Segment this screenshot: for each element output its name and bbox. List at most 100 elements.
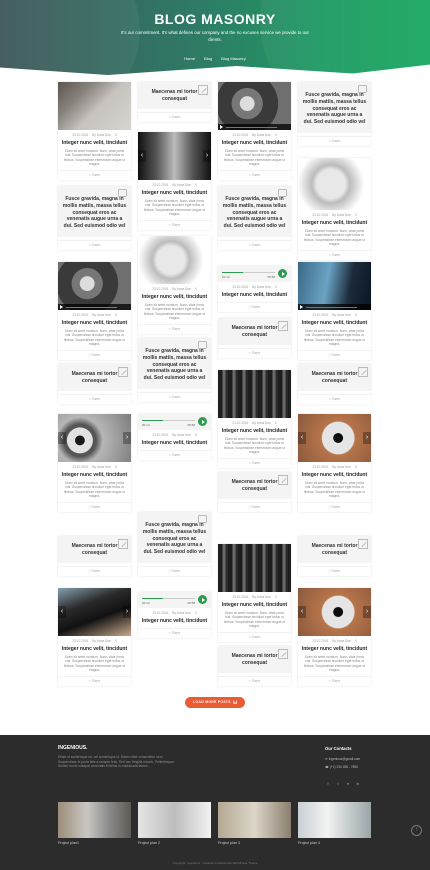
post-title[interactable]: Integer nunc velit, tincidunt <box>218 428 291 435</box>
share-button[interactable]: < Share <box>298 349 371 360</box>
project-card[interactable]: Project plan 4 <box>298 802 371 845</box>
chevron-right-icon[interactable]: › <box>363 606 371 618</box>
share-button[interactable]: < Share <box>218 675 291 686</box>
play-icon[interactable] <box>198 595 207 604</box>
comment-count[interactable]: 0 <box>355 465 357 469</box>
instagram-icon[interactable]: ● <box>345 781 351 787</box>
comment-count[interactable]: 0 <box>275 595 277 599</box>
play-icon[interactable] <box>220 125 223 129</box>
quote-text[interactable]: Fusce gravida, magna in mollis mattis, m… <box>143 522 206 555</box>
project-name[interactable]: Project plan 3 <box>218 841 291 845</box>
project-image[interactable] <box>298 802 371 838</box>
chevron-left-icon[interactable]: ‹ <box>298 606 306 618</box>
project-name[interactable]: Project plan1 <box>58 841 131 845</box>
video-progress[interactable] <box>306 306 357 308</box>
post-title[interactable]: Integer nunc velit, tincidunt <box>58 320 131 327</box>
quote-text[interactable]: Fusce gravida, magna in mollis mattis, m… <box>143 348 206 381</box>
link-post[interactable]: Maecenas mi tortor consequat <box>218 472 291 499</box>
comment-count[interactable]: 0 <box>115 639 117 643</box>
comment-count[interactable]: 0 <box>275 285 277 289</box>
post-image[interactable] <box>58 262 131 310</box>
audio-progress[interactable] <box>142 598 195 599</box>
post-date[interactable]: 23.10.2016 <box>152 183 168 187</box>
post-title[interactable]: Integer nunc velit, tincidunt <box>298 646 371 653</box>
link-text[interactable]: Maecenas mi tortor consequat <box>72 371 118 384</box>
post-date[interactable]: 23.10.2016 <box>152 433 168 437</box>
share-button[interactable]: < Share <box>298 675 371 686</box>
quote-text[interactable]: Fusce gravida, magna in mollis mattis, m… <box>63 196 126 229</box>
video-controls[interactable] <box>58 304 131 310</box>
share-button[interactable]: < Share <box>298 249 371 260</box>
audio-progress[interactable] <box>222 272 275 273</box>
post-date[interactable]: 23.10.2016 <box>312 465 328 469</box>
link-text[interactable]: Maecenas mi tortor consequat <box>232 653 278 666</box>
link-text[interactable]: Maecenas mi tortor consequat <box>232 325 278 338</box>
facebook-icon[interactable]: f <box>325 781 331 787</box>
post-image[interactable]: ‹ › <box>298 588 371 636</box>
play-icon[interactable] <box>278 269 287 278</box>
post-title[interactable]: Integer nunc velit, tincidunt <box>218 140 291 147</box>
post-date[interactable]: 23.10.2016 <box>312 213 328 217</box>
chevron-left-icon[interactable]: ‹ <box>138 150 146 162</box>
post-title[interactable]: Integer nunc velit, tincidunt <box>58 646 131 653</box>
post-image[interactable]: ‹ › <box>58 414 131 462</box>
play-icon[interactable] <box>60 305 63 309</box>
video-progress[interactable] <box>66 306 117 308</box>
post-image[interactable] <box>218 544 291 592</box>
quote-post[interactable]: Fusce gravida, magna in mollis mattis, m… <box>218 186 291 237</box>
chevron-right-icon[interactable]: › <box>123 606 131 618</box>
share-button[interactable]: < Share <box>138 391 211 402</box>
post-title[interactable]: Integer nunc velit, tincidunt <box>218 602 291 609</box>
quote-post[interactable]: Fusce gravida, magna in mollis mattis, m… <box>138 512 211 563</box>
link-text[interactable]: Maecenas mi tortor consequat <box>312 371 358 384</box>
comment-count[interactable]: 0 <box>355 213 357 217</box>
chevron-left-icon[interactable]: ‹ <box>298 432 306 444</box>
audio-progress[interactable] <box>142 420 195 421</box>
project-name[interactable]: Project plan 2 <box>138 841 211 845</box>
chevron-right-icon[interactable]: › <box>123 432 131 444</box>
post-image[interactable] <box>138 236 211 284</box>
contact-email[interactable]: ✉ Ingenious@gmail.com <box>325 757 360 761</box>
share-button[interactable]: < Share <box>298 135 371 146</box>
post-author[interactable]: By Anna Doe <box>252 595 271 599</box>
post-date[interactable]: 23.10.2016 <box>312 639 328 643</box>
post-author[interactable]: By Anna Doe <box>332 465 351 469</box>
share-button[interactable]: < Share <box>218 501 291 512</box>
comment-count[interactable]: 0 <box>115 465 117 469</box>
project-card[interactable]: Project plan1 <box>58 802 131 845</box>
audio-player[interactable]: 00:13 08:58 <box>138 592 211 608</box>
link-post[interactable]: Maecenas mi tortor consequat <box>58 536 131 563</box>
post-author[interactable]: By Anna Doe <box>172 183 191 187</box>
video-controls[interactable] <box>218 124 291 130</box>
share-button[interactable]: < Share <box>58 239 131 250</box>
post-date[interactable]: 23.10.2016 <box>72 313 88 317</box>
video-controls[interactable] <box>298 304 371 310</box>
project-image[interactable] <box>138 802 211 838</box>
comment-count[interactable]: 0 <box>355 639 357 643</box>
post-image[interactable]: ‹ › <box>58 588 131 636</box>
post-date[interactable]: 23.10.2016 <box>312 313 328 317</box>
share-button[interactable]: < Share <box>298 501 371 512</box>
comment-count[interactable]: 0 <box>115 133 117 137</box>
share-button[interactable]: < Share <box>138 323 211 334</box>
post-author[interactable]: By Anna Doe <box>172 287 191 291</box>
share-button[interactable]: < Share <box>138 111 211 122</box>
post-title[interactable]: Integer nunc velit, tincidunt <box>138 440 211 447</box>
share-button[interactable]: < Share <box>138 449 211 460</box>
post-author[interactable]: By Anna Doe <box>172 611 191 615</box>
share-button[interactable]: < Share <box>58 675 131 686</box>
footer-brand[interactable]: INGENIOUS. <box>58 745 87 751</box>
share-button[interactable]: < Share <box>298 565 371 576</box>
play-icon[interactable] <box>198 417 207 426</box>
post-date[interactable]: 23.10.2016 <box>152 287 168 291</box>
project-name[interactable]: Project plan 4 <box>298 841 371 845</box>
post-date[interactable]: 23.10.2016 <box>72 133 88 137</box>
link-post[interactable]: Maecenas mi tortor consequat <box>138 82 211 109</box>
post-author[interactable]: By Anna Doe <box>92 465 111 469</box>
project-card[interactable]: Project plan 2 <box>138 802 211 845</box>
share-button[interactable]: < Share <box>298 393 371 404</box>
chevron-right-icon[interactable]: › <box>363 432 371 444</box>
linkedin-icon[interactable]: in <box>355 781 361 787</box>
post-date[interactable]: 23.10.2016 <box>72 639 88 643</box>
post-title[interactable]: Integer nunc velit, tincidunt <box>138 618 211 625</box>
